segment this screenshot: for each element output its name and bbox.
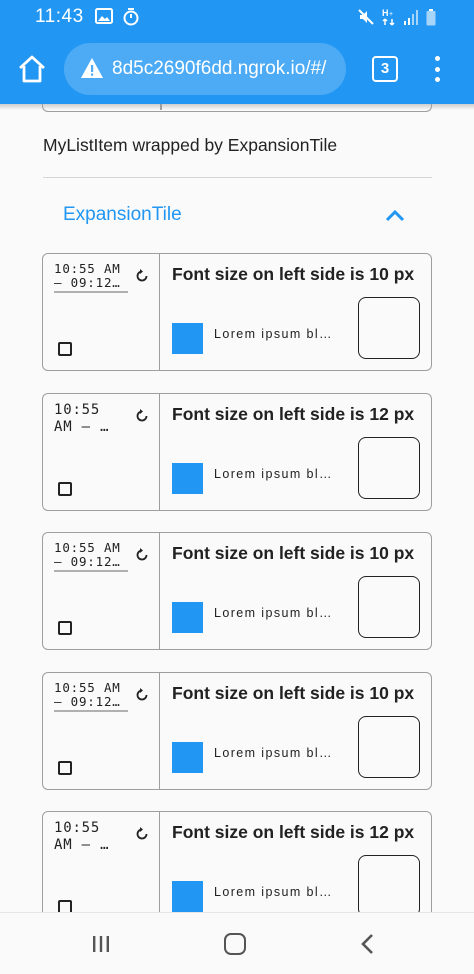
list-item-title: Font size on left side is 10 px bbox=[172, 264, 415, 284]
checkbox[interactable] bbox=[58, 900, 72, 912]
list-item-text: Lorem ipsum bl… bbox=[214, 745, 333, 760]
image-placeholder bbox=[358, 576, 420, 638]
svg-text:H: H bbox=[382, 8, 389, 18]
previous-list-card bbox=[42, 104, 432, 112]
mute-icon bbox=[358, 9, 374, 25]
svg-text:+: + bbox=[389, 11, 393, 18]
address-bar[interactable]: 8d5c2690f6dd.ngrok.io/#/ bbox=[64, 43, 346, 95]
refresh-icon[interactable] bbox=[135, 408, 149, 422]
list-item-left-pane: 10:55 AM — 09:12… bbox=[43, 254, 160, 370]
refresh-icon[interactable] bbox=[135, 268, 149, 282]
image-placeholder bbox=[358, 297, 420, 359]
checkbox[interactable] bbox=[58, 342, 72, 356]
list-item-1[interactable]: 10:55 AM — 09:12… Font size on left side… bbox=[42, 253, 432, 371]
list-item-2[interactable]: 10:55 AM — … Font size on left side is 1… bbox=[42, 392, 432, 511]
list-item-text: Lorem ipsum bl… bbox=[214, 327, 333, 341]
time-line-2: AM — … bbox=[54, 418, 110, 435]
list-item-text: Lorem ipsum bl… bbox=[214, 885, 333, 899]
status-time: 11:43 bbox=[35, 6, 84, 27]
list-item-4[interactable]: 10:55 AM — 09:12… Font size on left side… bbox=[42, 671, 432, 790]
url-text[interactable]: 8d5c2690f6dd.ngrok.io/#/ bbox=[112, 58, 326, 80]
cellular-signal-icon bbox=[404, 10, 418, 25]
time-range: 10:55 AM — 09:12… bbox=[54, 679, 128, 712]
browser-toolbar: 8d5c2690f6dd.ngrok.io/#/ 3 bbox=[0, 36, 474, 104]
color-swatch bbox=[172, 881, 203, 912]
image-icon bbox=[95, 8, 113, 24]
image-placeholder bbox=[358, 855, 420, 912]
time-line-2: — 09:12… bbox=[54, 555, 128, 572]
list-item-left-pane: 10:55 AM — 09:12… bbox=[43, 672, 160, 789]
chevron-up-icon[interactable] bbox=[384, 208, 406, 222]
list-item-title: Font size on left side is 12 px bbox=[172, 822, 415, 842]
home-icon[interactable] bbox=[16, 53, 48, 85]
time-line-2: — 09:12… bbox=[54, 276, 128, 293]
warning-icon[interactable] bbox=[80, 57, 104, 79]
time-line-1: 10:55 bbox=[54, 820, 101, 836]
list-item-left-pane: 10:55 AM — 09:12… bbox=[43, 533, 160, 649]
time-range: 10:55 AM — … bbox=[54, 402, 128, 436]
list-item-title: Font size on left side is 12 px bbox=[172, 403, 415, 424]
time-line-2: AM — … bbox=[54, 837, 110, 853]
time-line-1: 10:55 AM bbox=[54, 679, 121, 695]
list-item-text: Lorem ipsum bl… bbox=[214, 606, 333, 620]
recent-apps-icon[interactable] bbox=[92, 935, 110, 953]
checkbox[interactable] bbox=[58, 621, 72, 635]
page-content: MyListItem wrapped by ExpansionTile Expa… bbox=[0, 104, 474, 912]
time-line-1: 10:55 AM bbox=[54, 261, 121, 276]
image-placeholder bbox=[358, 436, 420, 499]
timer-icon bbox=[123, 8, 139, 26]
checkbox[interactable] bbox=[58, 760, 72, 775]
time-range: 10:55 AM — 09:12… bbox=[54, 262, 128, 293]
time-range: 10:55 AM — 09:12… bbox=[54, 541, 128, 572]
expansion-tile-title[interactable]: ExpansionTile bbox=[63, 204, 182, 226]
list-item-left-pane: 10:55 AM — … bbox=[43, 812, 160, 912]
battery-icon bbox=[426, 8, 436, 25]
color-swatch bbox=[172, 602, 203, 633]
color-swatch bbox=[172, 323, 203, 354]
list-item-text: Lorem ipsum bl… bbox=[214, 466, 333, 481]
back-icon[interactable] bbox=[360, 933, 374, 955]
tab-switcher-button[interactable]: 3 bbox=[372, 56, 398, 82]
checkbox[interactable] bbox=[58, 481, 72, 496]
status-bar: 11:43 H + bbox=[0, 0, 474, 36]
more-menu-icon[interactable] bbox=[430, 54, 444, 84]
refresh-icon[interactable] bbox=[135, 826, 149, 840]
color-swatch bbox=[172, 741, 203, 773]
time-range: 10:55 AM — … bbox=[54, 820, 128, 854]
image-placeholder bbox=[358, 715, 420, 778]
color-swatch bbox=[172, 462, 203, 494]
refresh-icon[interactable] bbox=[135, 547, 149, 561]
signal-h-icon: H + bbox=[382, 8, 395, 26]
list-item-5[interactable]: 10:55 AM — … Font size on left side is 1… bbox=[42, 811, 432, 912]
list-item-title: Font size on left side is 10 px bbox=[172, 682, 415, 703]
time-line-1: 10:55 bbox=[54, 401, 101, 418]
list-item-left-pane: 10:55 AM — … bbox=[43, 393, 160, 510]
system-navigation-bar bbox=[0, 912, 474, 974]
list-item-3[interactable]: 10:55 AM — 09:12… Font size on left side… bbox=[42, 532, 432, 650]
list-item-title: Font size on left side is 10 px bbox=[172, 543, 415, 563]
home-button-icon[interactable] bbox=[224, 933, 246, 955]
time-line-2: — 09:12… bbox=[54, 695, 128, 712]
divider bbox=[43, 177, 432, 178]
time-line-1: 10:55 AM bbox=[54, 540, 121, 555]
refresh-icon[interactable] bbox=[135, 687, 149, 701]
section-label: MyListItem wrapped by ExpansionTile bbox=[43, 135, 338, 155]
